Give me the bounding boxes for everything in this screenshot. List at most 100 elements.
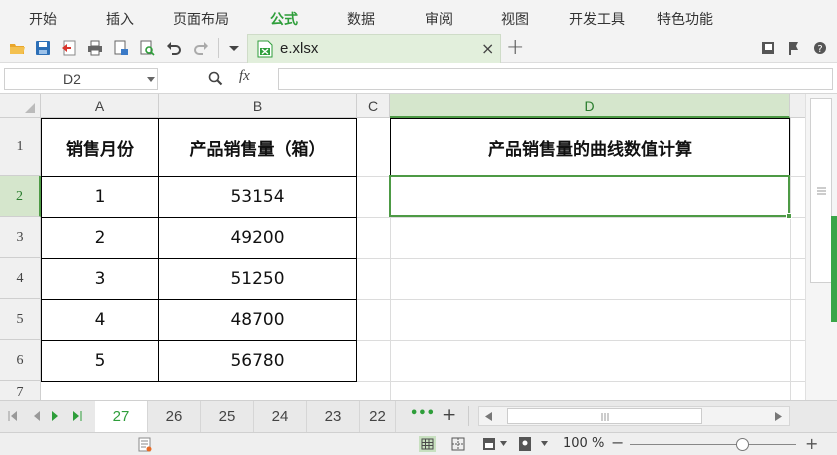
scroll-right-icon[interactable]: [775, 412, 782, 421]
cell-b3[interactable]: 49200: [159, 218, 356, 258]
reading-mode-icon[interactable]: [519, 437, 531, 451]
toolbar-divider: [218, 38, 219, 58]
row-header-3[interactable]: 3: [0, 217, 41, 258]
menu-item-view[interactable]: 视图: [501, 9, 529, 29]
row-header-4[interactable]: 4: [0, 258, 41, 299]
grip-icon: [601, 413, 609, 421]
menu-item-page-layout[interactable]: 页面布局: [173, 9, 229, 29]
menu-item-review[interactable]: 审阅: [425, 9, 453, 29]
row-header-7[interactable]: 7: [0, 381, 41, 400]
cell-b2[interactable]: 53154: [159, 177, 356, 217]
layout-icon[interactable]: [760, 40, 776, 56]
close-tab-icon[interactable]: ×: [481, 39, 494, 58]
horizontal-scrollbar[interactable]: [478, 406, 790, 426]
formula-bar: D2 fx: [0, 64, 837, 94]
fill-handle[interactable]: [786, 213, 792, 219]
menu-item-developer[interactable]: 开发工具: [569, 9, 625, 29]
chevron-down-icon[interactable]: [226, 40, 242, 56]
d1-border: [789, 118, 790, 176]
scroll-left-icon[interactable]: [485, 412, 492, 421]
side-panel-handle[interactable]: [831, 216, 837, 322]
zoom-search-icon[interactable]: [208, 71, 223, 86]
sheet-tab-23[interactable]: 23: [307, 401, 360, 432]
selected-cell-d2[interactable]: [389, 175, 790, 217]
sheet-tab-27[interactable]: 27: [95, 401, 148, 432]
sheet-tab-26[interactable]: 26: [148, 401, 201, 432]
grip-icon: [817, 187, 826, 195]
zoom-in-button[interactable]: +: [805, 434, 818, 453]
page-layout-view-icon[interactable]: [482, 437, 496, 451]
next-sheet-icon[interactable]: [50, 411, 60, 421]
menu-item-special[interactable]: 特色功能: [657, 9, 713, 29]
zoom-out-button[interactable]: −: [611, 433, 624, 452]
cell-a3[interactable]: 2: [42, 218, 158, 258]
spreadsheet-file-icon: [257, 40, 273, 58]
column-header-b[interactable]: B: [159, 94, 357, 118]
menu-item-formulas[interactable]: 公式: [270, 9, 298, 29]
export-pdf-icon[interactable]: [61, 40, 77, 56]
redo-icon[interactable]: [193, 40, 209, 56]
spreadsheet-grid: A B C D 1 2 3 4 5 6 7 销售月份 产品销售量（箱） 1 53…: [0, 94, 837, 400]
cell-b1[interactable]: 产品销售量（箱）: [159, 119, 356, 176]
sheet-tab-25[interactable]: 25: [201, 401, 254, 432]
insert-function-button[interactable]: fx: [239, 68, 250, 85]
column-header-d[interactable]: D: [390, 94, 790, 118]
cell-b4[interactable]: 51250: [159, 259, 356, 299]
menu-item-start[interactable]: 开始: [29, 9, 57, 29]
open-folder-icon[interactable]: [9, 40, 25, 56]
column-header-c[interactable]: C: [357, 94, 390, 118]
cell-b6[interactable]: 56780: [159, 341, 356, 381]
cell-a1[interactable]: 销售月份: [42, 119, 158, 176]
last-sheet-icon[interactable]: [72, 411, 82, 421]
column-header-a[interactable]: A: [41, 94, 159, 118]
zoom-level[interactable]: 100 %: [563, 436, 604, 451]
sheet-tab-bar: 27 26 25 24 23 22 ••• +: [0, 400, 837, 432]
cell-a2[interactable]: 1: [42, 177, 158, 217]
cell-b5[interactable]: 48700: [159, 300, 356, 340]
save-icon[interactable]: [35, 40, 51, 56]
row-header-1[interactable]: 1: [0, 118, 41, 176]
cell-a5[interactable]: 4: [42, 300, 158, 340]
ribbon-menu: 开始 插入 页面布局 公式 数据 审阅 视图 开发工具 特色功能: [0, 0, 837, 34]
flag-icon[interactable]: [786, 40, 802, 56]
first-sheet-icon[interactable]: [8, 411, 18, 421]
menu-item-data[interactable]: 数据: [347, 9, 375, 29]
chevron-down-icon[interactable]: [541, 441, 548, 446]
name-box[interactable]: D2: [4, 68, 158, 90]
vertical-scrollbar[interactable]: [805, 94, 837, 400]
row-header-6[interactable]: 6: [0, 340, 41, 381]
cell-a4[interactable]: 3: [42, 259, 158, 299]
select-all-corner[interactable]: [0, 94, 41, 118]
new-tab-button[interactable]: +: [506, 35, 524, 60]
row-header-2[interactable]: 2: [0, 176, 41, 217]
preview-search-icon[interactable]: [139, 40, 155, 56]
corner-triangle-icon: [25, 103, 35, 113]
menu-item-insert[interactable]: 插入: [106, 9, 134, 29]
print-icon[interactable]: [87, 40, 103, 56]
table-border: [356, 118, 357, 382]
print-preview-icon[interactable]: [113, 40, 129, 56]
scrollbar-thumb[interactable]: [810, 98, 832, 283]
document-status-icon[interactable]: [138, 437, 152, 452]
cell-a6[interactable]: 5: [42, 341, 158, 381]
undo-icon[interactable]: [166, 40, 182, 56]
zoom-slider-thumb[interactable]: [735, 438, 749, 451]
row-header-5[interactable]: 5: [0, 299, 41, 340]
sheet-tab-24[interactable]: 24: [254, 401, 307, 432]
add-sheet-button[interactable]: +: [442, 405, 456, 425]
formula-input[interactable]: [278, 68, 833, 90]
page-break-view-icon[interactable]: [451, 437, 465, 451]
normal-view-icon[interactable]: [419, 436, 436, 452]
chevron-down-icon[interactable]: [500, 441, 507, 446]
gridline: [790, 118, 791, 400]
horizontal-scrollbar-thumb[interactable]: [507, 408, 702, 424]
more-sheets-button[interactable]: •••: [410, 406, 435, 421]
cell-d1[interactable]: 产品销售量的曲线数值计算: [391, 119, 789, 176]
file-tab[interactable]: e.xlsx ×: [247, 34, 501, 63]
sheet-tab-22[interactable]: 22: [360, 401, 396, 432]
name-box-value: D2: [63, 71, 81, 87]
zoom-slider-track[interactable]: [630, 444, 796, 445]
prev-sheet-icon[interactable]: [32, 411, 42, 421]
name-box-dropdown-icon[interactable]: [147, 77, 155, 83]
help-icon[interactable]: ?: [812, 40, 828, 56]
